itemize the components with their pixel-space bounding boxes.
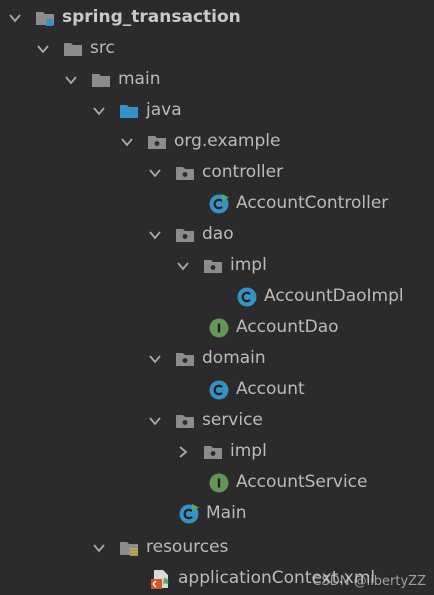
tree-node-label: org.example (174, 131, 281, 151)
tree-node-label: impl (230, 441, 267, 461)
tree-node-label: resources (146, 537, 229, 557)
tree-node-label: AccountDaoImpl (264, 286, 404, 306)
expand-arrow-icon[interactable] (120, 135, 134, 149)
module-folder-icon (34, 7, 56, 29)
expand-arrow-icon[interactable] (92, 104, 106, 118)
tree-node-label: Main (206, 503, 247, 523)
tree-node-label: main (118, 69, 161, 89)
expand-arrow-icon[interactable] (148, 414, 162, 428)
package-icon (174, 348, 196, 370)
package-icon (202, 441, 224, 463)
tree-node-package-dao-impl[interactable]: impl (0, 250, 434, 281)
tree-node-src[interactable]: src (0, 33, 434, 64)
tree-node-label: java (146, 100, 182, 120)
folder-icon (62, 38, 84, 60)
tree-node-project-root[interactable]: spring_transaction (0, 2, 434, 33)
runnable-class-icon (208, 193, 230, 215)
folder-icon (90, 69, 112, 91)
tree-node-class-main[interactable]: Main (0, 498, 434, 529)
runnable-class-icon (178, 503, 200, 525)
tree-node-java[interactable]: java (0, 95, 434, 126)
tree-node-interface-account-dao[interactable]: AccountDao (0, 312, 434, 343)
tree-node-class-account[interactable]: Account (0, 374, 434, 405)
tree-node-label: src (90, 38, 115, 58)
tree-node-interface-account-service[interactable]: AccountService (0, 467, 434, 498)
tree-node-package-domain[interactable]: domain (0, 343, 434, 374)
tree-node-label: Account (236, 379, 305, 399)
tree-node-package-controller[interactable]: controller (0, 157, 434, 188)
spring-xml-file-icon (150, 568, 172, 590)
tree-node-package-service[interactable]: service (0, 405, 434, 436)
resources-folder-icon (118, 537, 140, 559)
expand-arrow-icon[interactable] (148, 166, 162, 180)
tree-node-label: AccountService (236, 472, 368, 492)
tree-node-package-org-example[interactable]: org.example (0, 126, 434, 157)
tree-node-label: domain (202, 348, 266, 368)
tree-node-label: spring_transaction (62, 7, 241, 27)
expand-arrow-icon[interactable] (36, 42, 50, 56)
tree-node-package-dao[interactable]: dao (0, 219, 434, 250)
expand-arrow-icon[interactable] (176, 259, 190, 273)
tree-node-resources[interactable]: resources (0, 532, 434, 563)
expand-arrow-icon[interactable] (64, 73, 78, 87)
tree-node-label: controller (202, 162, 284, 182)
class-icon (208, 379, 230, 401)
tree-node-label: AccountDao (236, 317, 339, 337)
interface-icon (208, 317, 230, 339)
expand-arrow-icon[interactable] (148, 352, 162, 366)
tree-node-label: impl (230, 255, 267, 275)
package-icon (174, 224, 196, 246)
tree-node-label: dao (202, 224, 234, 244)
package-icon (174, 162, 196, 184)
interface-icon (208, 472, 230, 494)
project-tree: spring_transaction src main java org.exa… (0, 0, 434, 595)
expand-arrow-icon[interactable] (8, 11, 22, 25)
tree-node-package-service-impl[interactable]: impl (0, 436, 434, 467)
tree-node-label: AccountController (236, 193, 389, 213)
collapse-arrow-icon[interactable] (176, 445, 190, 459)
expand-arrow-icon[interactable] (148, 228, 162, 242)
tree-node-label: service (202, 410, 263, 430)
tree-node-class-account-dao-impl[interactable]: AccountDaoImpl (0, 281, 434, 312)
tree-node-main[interactable]: main (0, 64, 434, 95)
tree-node-class-account-controller[interactable]: AccountController (0, 188, 434, 219)
watermark-text: CSDN @libertyZZ (312, 574, 426, 589)
expand-arrow-icon[interactable] (92, 541, 106, 555)
package-icon (146, 131, 168, 153)
package-icon (202, 255, 224, 277)
source-folder-icon (118, 100, 140, 122)
class-icon (236, 286, 258, 308)
package-icon (174, 410, 196, 432)
